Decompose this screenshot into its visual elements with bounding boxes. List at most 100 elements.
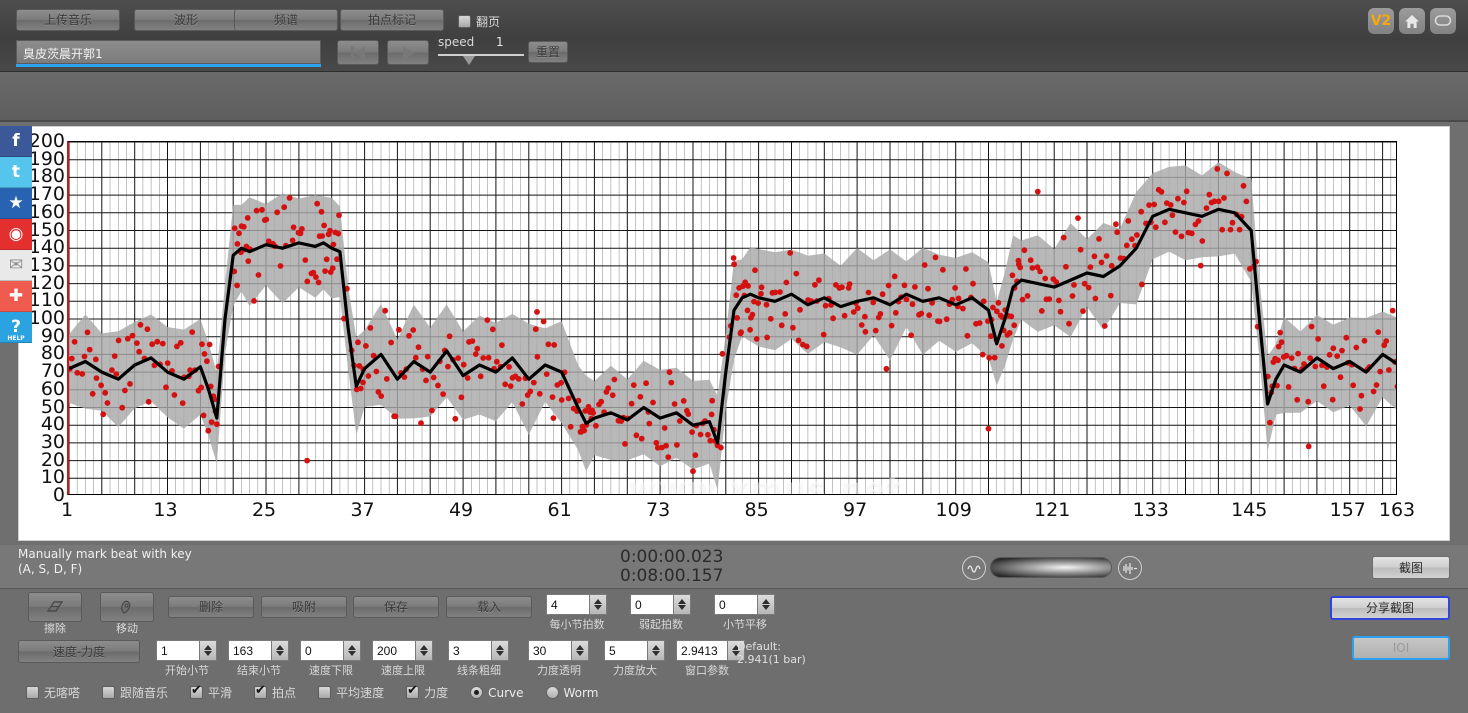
start-bar-spinner-arrows[interactable]	[200, 640, 217, 661]
pickup-beats-spinner-down-icon[interactable]	[678, 605, 686, 610]
pickup-beats-spinner-arrows[interactable]	[674, 594, 691, 615]
line-width-spinner-down-icon[interactable]	[496, 651, 504, 656]
tempo-max-spinner-field[interactable]	[372, 640, 416, 661]
average-tempo-checkbox[interactable]	[318, 686, 332, 699]
end-bar-spinner-arrows[interactable]	[272, 640, 289, 661]
share-screenshot-button[interactable]: 分享截图	[1330, 596, 1450, 620]
velocity-scale-spinner-up-icon[interactable]	[652, 645, 660, 650]
chat-icon[interactable]	[1430, 8, 1456, 34]
velocity-opacity-spinner-up-icon[interactable]	[576, 645, 584, 650]
beats-per-bar-spinner-field[interactable]	[546, 594, 590, 615]
snapshot-button[interactable]: 截图	[1372, 556, 1450, 579]
x-axis-tick: 37	[350, 499, 375, 521]
tempo-max-spinner-down-icon[interactable]	[420, 651, 428, 656]
average-tempo-checkbox-row: 平均速度	[318, 684, 384, 701]
window-param-spinner-field[interactable]	[676, 640, 728, 661]
weibo-icon[interactable]: ◉	[0, 219, 32, 250]
speed-velocity-button[interactable]: 速度-力度	[18, 640, 140, 663]
speed-label: speed	[438, 35, 475, 49]
x-axis-tick: 121	[1034, 499, 1071, 521]
eraser-icon	[46, 600, 64, 612]
upload-music-button[interactable]: 上传音乐	[16, 9, 120, 31]
rewind-button[interactable]	[337, 40, 379, 65]
track-name-field[interactable]: 臭皮茨晨开郭1	[16, 40, 321, 64]
help-icon[interactable]: ? HELP	[0, 312, 32, 343]
volume-slider[interactable]	[990, 557, 1112, 578]
bar-offset-spinner-arrows[interactable]	[758, 594, 775, 615]
tempo-plot-svg[interactable]	[69, 142, 1397, 495]
tempo-plot-area[interactable]: www.xmus.net	[67, 141, 1397, 495]
end-bar-spinner-up-icon[interactable]	[276, 645, 284, 650]
start-bar-spinner-down-icon[interactable]	[204, 651, 212, 656]
tempo-min-spinner-label: 速度下限	[309, 664, 353, 677]
speed-slider-knob[interactable]	[463, 56, 475, 65]
beats-per-bar-spinner-down-icon[interactable]	[594, 605, 602, 610]
tempo-max-spinner-arrows[interactable]	[416, 640, 433, 661]
erase-tool[interactable]	[28, 592, 82, 622]
x-axis-tick: 97	[843, 499, 868, 521]
email-icon[interactable]: ✉	[0, 250, 32, 281]
reset-button[interactable]: 重置	[528, 41, 568, 63]
end-bar-spinner-field[interactable]	[228, 640, 272, 661]
more-share-icon[interactable]: ✚	[0, 281, 32, 312]
curve-radio-label: Curve	[488, 685, 524, 700]
twitter-icon[interactable]: t	[0, 157, 32, 188]
delete-button[interactable]: 删除	[168, 596, 254, 618]
pickup-beats-spinner	[630, 594, 691, 615]
tempo-max-spinner-up-icon[interactable]	[420, 645, 428, 650]
play-button[interactable]	[387, 40, 429, 65]
bar-offset-spinner-down-icon[interactable]	[762, 605, 770, 610]
speed-slider-track[interactable]	[438, 54, 524, 56]
snap-button[interactable]: 吸附	[261, 596, 347, 618]
version-badge[interactable]: V2	[1368, 8, 1394, 34]
follow-music-checkbox[interactable]	[102, 686, 116, 699]
no-click-checkbox[interactable]	[26, 686, 39, 699]
bar-offset-spinner-up-icon[interactable]	[762, 599, 770, 604]
track-progress-bar[interactable]	[16, 64, 321, 67]
tempo-min-spinner-up-icon[interactable]	[348, 645, 356, 650]
waveform-button[interactable]: 波形	[134, 9, 238, 31]
timecode-display: 0:00:00.023 0:08:00.157	[620, 548, 723, 586]
start-bar-spinner-field[interactable]	[156, 640, 200, 661]
pickup-beats-spinner-up-icon[interactable]	[678, 599, 686, 604]
start-bar-spinner-up-icon[interactable]	[204, 645, 212, 650]
velocity-opacity-spinner-field[interactable]	[528, 640, 572, 661]
page-turn-checkbox[interactable]	[458, 15, 471, 28]
save-button[interactable]: 保存	[353, 596, 439, 618]
beat-checkbox[interactable]	[254, 684, 268, 699]
x-axis-tick: 85	[744, 499, 769, 521]
velocity-checkbox[interactable]	[406, 684, 420, 699]
home-icon[interactable]	[1399, 8, 1425, 34]
average-tempo-checkbox-label: 平均速度	[336, 686, 385, 700]
spectrum-button[interactable]: 频谱	[234, 9, 338, 31]
volume-low-icon[interactable]	[962, 556, 986, 580]
end-bar-spinner-down-icon[interactable]	[276, 651, 284, 656]
beats-per-bar-spinner-arrows[interactable]	[590, 594, 607, 615]
volume-high-icon[interactable]	[1118, 556, 1142, 580]
velocity-opacity-spinner-arrows[interactable]	[572, 640, 589, 661]
line-width-spinner-up-icon[interactable]	[496, 645, 504, 650]
volume-control	[962, 556, 1144, 580]
line-width-spinner-field[interactable]	[448, 640, 492, 661]
tempo-min-spinner-arrows[interactable]	[344, 640, 361, 661]
qzone-icon[interactable]: ★	[0, 188, 32, 219]
facebook-icon[interactable]: f	[0, 126, 32, 157]
curve-radio[interactable]	[470, 686, 484, 699]
load-button[interactable]: 载入	[446, 596, 532, 618]
line-width-spinner-arrows[interactable]	[492, 640, 509, 661]
tempo-min-spinner-field[interactable]	[300, 640, 344, 661]
velocity-opacity-spinner-label: 力度透明	[537, 664, 581, 677]
bar-offset-spinner-field[interactable]	[714, 594, 758, 615]
smooth-checkbox[interactable]	[190, 684, 204, 699]
velocity-scale-spinner-arrows[interactable]	[648, 640, 665, 661]
beat-marking-button[interactable]: 拍点标记	[340, 9, 444, 31]
move-tool[interactable]	[100, 592, 154, 622]
velocity-opacity-spinner-down-icon[interactable]	[576, 651, 584, 656]
velocity-scale-spinner-down-icon[interactable]	[652, 651, 660, 656]
beats-per-bar-spinner-up-icon[interactable]	[594, 599, 602, 604]
worm-radio[interactable]	[545, 686, 559, 699]
tempo-min-spinner-down-icon[interactable]	[348, 651, 356, 656]
pickup-beats-spinner-field[interactable]	[630, 594, 674, 615]
x-axis-tick: 163	[1378, 499, 1416, 521]
velocity-scale-spinner-field[interactable]	[604, 640, 648, 661]
